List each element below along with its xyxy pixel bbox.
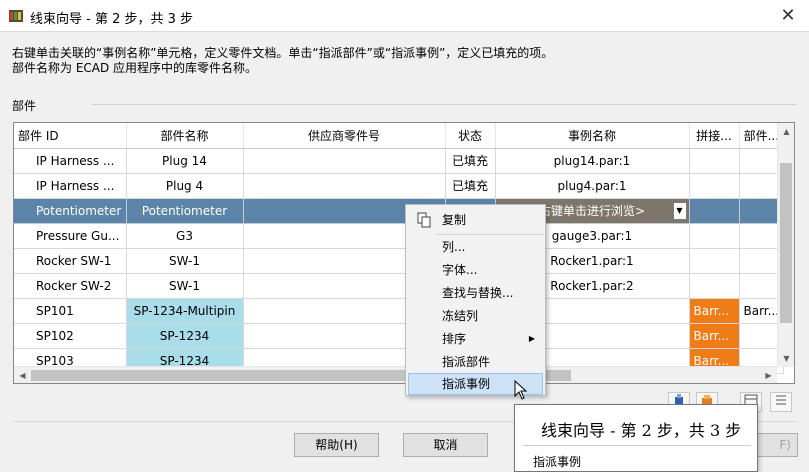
cell-part-id[interactable]: Rocker SW-1 (14, 248, 127, 274)
menu-item-label: 冻结列 (442, 309, 479, 323)
cell-part-id[interactable]: IP Harness ... (14, 173, 127, 199)
parts-table: 部件 ID 部件名称 供应商零件号 状态 事例名称 拼接... 部件... IP… (14, 123, 785, 374)
menu-item-label: 指派部件 (442, 355, 491, 369)
menu-item-sort[interactable]: 排序 ▶ (408, 328, 543, 350)
table-row[interactable]: SP102 SP-1234 Barr... (14, 323, 785, 349)
table-row[interactable]: SP101 SP-1234-Multipin Barr... Barr... (14, 298, 785, 324)
dropdown-arrow-icon[interactable]: ▼ (672, 201, 687, 220)
cell-vendor[interactable] (243, 173, 446, 199)
cell-part-name[interactable]: G3 (126, 223, 244, 249)
horizontal-scrollbar[interactable]: ◀ ▶ (14, 366, 777, 383)
cell-part-id[interactable]: SP101 (14, 298, 127, 324)
instruction-line-1: 右键单击关联的“事例名称”单元格，定义零件文档。单击“指派部件”或“指派事例”，… (12, 46, 554, 60)
instruction-line-2: 部件名称为 ECAD 应用程序中的库零件名称。 (12, 61, 258, 75)
col-header-instance-name[interactable]: 事例名称 (495, 123, 690, 149)
close-button[interactable]: ✕ (773, 2, 803, 30)
cell-part-id[interactable]: Potentiometer (14, 198, 127, 224)
context-menu: 复制 列... 字体... 查找与替换... 冻结列 排序 ▶ 指派部件 指派事… (405, 204, 546, 396)
tooltip-divider (523, 445, 751, 446)
cell-part-name[interactable]: Potentiometer (126, 198, 244, 224)
cell-status[interactable]: 已填充 (445, 173, 496, 199)
table-row-selected[interactable]: Potentiometer Potentiometer 右键单击进行浏览> ▼ (14, 198, 785, 224)
help-button[interactable]: 帮助(H) (294, 433, 379, 457)
cell-part-name[interactable]: Plug 4 (126, 173, 244, 199)
cell-instance[interactable]: plug14.par:1 (495, 148, 690, 174)
cell-status[interactable]: 已填充 (445, 148, 496, 174)
tooltip-body: 指派事例 (533, 455, 582, 469)
cell-instance[interactable]: plug4.par:1 (495, 173, 690, 199)
cell-part-name[interactable]: Plug 14 (126, 148, 244, 174)
list-view-icon[interactable] (770, 392, 792, 412)
tooltip: 线束向导 - 第 2 步，共 3 步 指派事例 (514, 404, 758, 472)
table-row[interactable]: Rocker SW-1 SW-1 Rocker1.par:1 (14, 248, 785, 274)
menu-item-columns[interactable]: 列... (408, 236, 543, 258)
table-row[interactable]: IP Harness ... Plug 14 已填充 plug14.par:1 (14, 148, 785, 174)
menu-item-find-replace[interactable]: 查找与替换... (408, 282, 543, 304)
vertical-scrollbar[interactable]: ▲ ▼ (777, 123, 794, 367)
harness-wizard-icon (9, 10, 23, 22)
cell-part-id[interactable]: Rocker SW-2 (14, 273, 127, 299)
col-header-splice[interactable]: 拼接... (689, 123, 740, 149)
scroll-left-icon[interactable]: ◀ (14, 367, 31, 383)
submenu-arrow-icon: ▶ (528, 334, 535, 343)
window-title: 线束向导 - 第 2 步，共 3 步 (30, 12, 194, 27)
cell-part-name[interactable]: SW-1 (126, 273, 244, 299)
cell-part-name[interactable]: SW-1 (126, 248, 244, 274)
cell-part-id[interactable]: IP Harness ... (14, 148, 127, 174)
col-header-status[interactable]: 状态 (445, 123, 496, 149)
cell-vendor[interactable] (243, 148, 446, 174)
menu-item-label: 指派事例 (442, 377, 491, 391)
mouse-cursor-icon (514, 380, 528, 400)
cancel-button[interactable]: 取消 (403, 433, 488, 457)
menu-item-assign-part[interactable]: 指派部件 (408, 351, 543, 373)
parts-group-label: 部件 (12, 99, 37, 113)
scroll-right-icon[interactable]: ▶ (760, 367, 777, 383)
cell-part-id[interactable]: SP102 (14, 323, 127, 349)
copy-icon (417, 212, 431, 228)
parts-grid[interactable]: 部件 ID 部件名称 供应商零件号 状态 事例名称 拼接... 部件... IP… (13, 122, 795, 384)
vertical-scroll-thumb[interactable] (780, 163, 792, 323)
menu-item-label: 字体... (442, 263, 478, 277)
cell-splice[interactable]: Barr... (689, 298, 740, 324)
group-divider (92, 104, 797, 105)
menu-item-copy[interactable]: 复制 (408, 209, 543, 231)
col-header-vendor-part-number[interactable]: 供应商零件号 (243, 123, 446, 149)
col-header-part-name[interactable]: 部件名称 (126, 123, 244, 149)
cell-splice[interactable] (689, 223, 740, 249)
instance-browse-text: 右键单击进行浏览> (538, 204, 646, 218)
cell-part-name[interactable]: SP-1234 (126, 323, 244, 349)
menu-item-freeze-columns[interactable]: 冻结列 (408, 305, 543, 327)
menu-separator (436, 234, 544, 235)
cell-splice[interactable] (689, 173, 740, 199)
cell-splice[interactable] (689, 273, 740, 299)
header-row: 部件 ID 部件名称 供应商零件号 状态 事例名称 拼接... 部件... (14, 123, 785, 149)
scroll-down-icon[interactable]: ▼ (778, 350, 794, 367)
col-header-part-id[interactable]: 部件 ID (14, 123, 127, 149)
cell-splice[interactable] (689, 198, 740, 224)
scroll-up-icon[interactable]: ▲ (778, 123, 794, 140)
title-bar: 线束向导 - 第 2 步，共 3 步 ✕ (0, 0, 809, 32)
table-row[interactable]: Pressure Gu... G3 gauge3.par:1 (14, 223, 785, 249)
instructions: 右键单击关联的“事例名称”单元格，定义零件文档。单击“指派部件”或“指派事例”，… (12, 46, 792, 76)
menu-item-label: 查找与替换... (442, 286, 514, 300)
menu-item-font[interactable]: 字体... (408, 259, 543, 281)
menu-item-label: 排序 (442, 332, 467, 346)
cell-part-id[interactable]: Pressure Gu... (14, 223, 127, 249)
table-row[interactable]: IP Harness ... Plug 4 已填充 plug4.par:1 (14, 173, 785, 199)
cell-part-name[interactable]: SP-1234-Multipin (126, 298, 244, 324)
cell-splice[interactable] (689, 248, 740, 274)
table-row[interactable]: Rocker SW-2 SW-1 Rocker1.par:2 (14, 273, 785, 299)
menu-item-label: 列... (442, 240, 466, 254)
cell-splice[interactable]: Barr... (689, 323, 740, 349)
cell-splice[interactable] (689, 148, 740, 174)
menu-item-label: 复制 (442, 213, 467, 227)
tooltip-title: 线束向导 - 第 2 步，共 3 步 (541, 421, 742, 440)
